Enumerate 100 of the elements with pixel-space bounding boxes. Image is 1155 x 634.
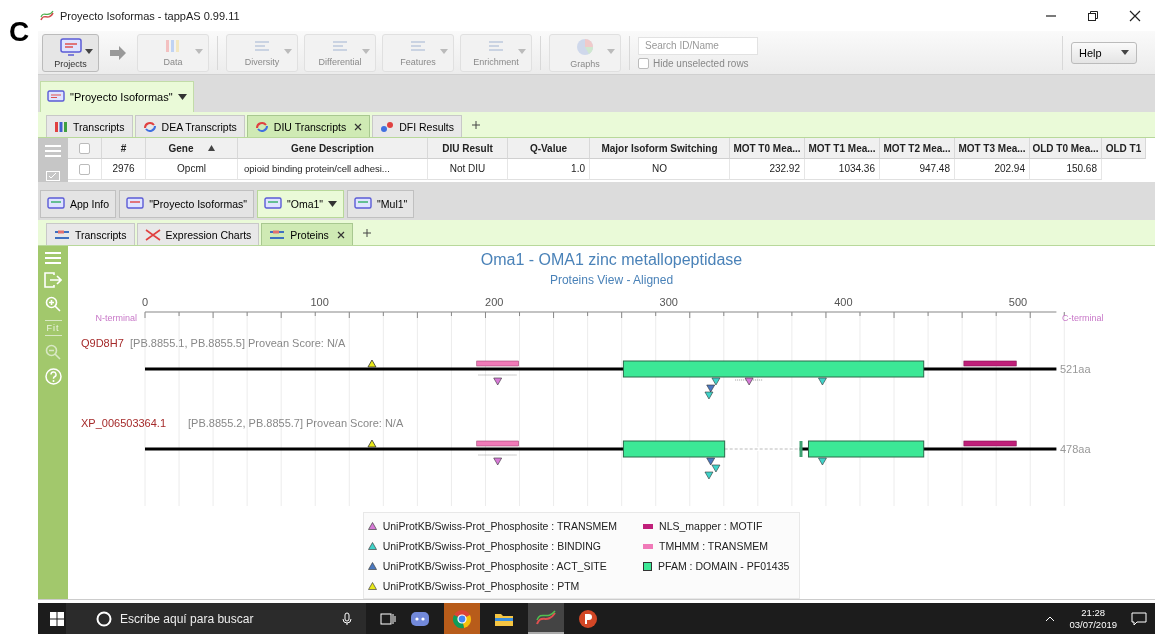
toolbar-button[interactable]: Projects (42, 33, 99, 72)
tab[interactable]: Transcripts (46, 115, 133, 137)
site-triangle-icon (493, 457, 502, 466)
site-triangle-icon (818, 377, 827, 386)
tab[interactable]: DEA Transcripts (134, 115, 245, 137)
table-cell: Opcml (146, 159, 238, 180)
caret-icon (284, 48, 292, 54)
tab[interactable]: Expression Charts (136, 223, 260, 245)
column-header[interactable]: Q-Value (508, 138, 590, 159)
legend-label: PFAM : DOMAIN - PF01435 (658, 560, 790, 572)
chart-subtitle: Proteins View - Aligned (549, 273, 674, 287)
app-logo-icon[interactable] (536, 609, 556, 626)
monitor-icon (126, 197, 145, 211)
column-header[interactable]: OLD T1 (1102, 138, 1146, 159)
caret-icon (85, 48, 93, 54)
legend-label: NLS_mapper : MOTIF (659, 520, 763, 532)
taskbar-search-field[interactable]: Escribe aquí para buscar (66, 603, 366, 634)
bar-chart-icon (54, 120, 68, 133)
column-header[interactable]: MOT T3 Mea... (955, 138, 1030, 159)
chevron-up-icon[interactable] (1045, 615, 1056, 622)
table-cell: 2976 (102, 159, 146, 180)
caret-icon[interactable] (177, 94, 187, 100)
project-tab[interactable]: "Proyecto Isoformas" (40, 81, 194, 112)
browser-icon[interactable] (452, 608, 472, 629)
tracks-icon (54, 228, 70, 241)
monitor-icon (47, 90, 65, 104)
tab[interactable]: DFI Results (372, 115, 463, 137)
checklist-icon[interactable] (46, 171, 60, 181)
close-icon[interactable] (354, 122, 363, 131)
legend-label: UniProtKB/Swiss-Prot_Phosphosite : PTM (382, 580, 580, 592)
tab[interactable]: "Proyecto Isoformas" (119, 190, 255, 218)
tmhmm-bar (476, 440, 519, 447)
caret-icon (195, 48, 203, 54)
task-view-icon[interactable] (380, 611, 396, 626)
legend-label: TMHMM : TRANSMEM (659, 540, 768, 552)
site-triangle-icon (493, 377, 502, 386)
axis-tick-label: 100 (310, 296, 329, 308)
chat-app-icon[interactable] (410, 610, 430, 627)
axis-tick-label: 400 (834, 296, 853, 308)
column-header[interactable]: MOT T2 Mea... (880, 138, 955, 159)
checkbox[interactable] (638, 57, 649, 69)
column-header[interactable]: DIU Result (428, 138, 508, 159)
column-header[interactable]: Gene Description (238, 138, 428, 159)
tmhmm-bar (476, 360, 519, 367)
caret-icon (518, 48, 526, 54)
add-tab-icon[interactable] (472, 121, 481, 129)
clock-date: 03/07/2019 (1069, 618, 1117, 631)
caret-icon[interactable] (328, 201, 338, 207)
table-cell: Not DIU (428, 159, 508, 180)
axis-tick-label: 200 (485, 296, 504, 308)
caret-icon (1121, 50, 1129, 55)
close-icon[interactable] (336, 230, 345, 239)
help-button[interactable]: Help (1071, 41, 1137, 64)
window-title: Proyecto Isoformas - tappAS 0.99.11 (60, 9, 240, 22)
column-header[interactable]: Major Isoform Switching (590, 138, 730, 159)
row-checkbox[interactable] (79, 163, 90, 175)
table-cell: 1034.36 (805, 159, 880, 180)
protein-id: XP_006503364.1 (81, 417, 167, 429)
tab[interactable]: App Info (40, 190, 117, 218)
tab[interactable]: Transcripts (46, 223, 135, 245)
cross-lines-icon (144, 228, 161, 241)
select-all-checkbox[interactable] (79, 142, 90, 154)
notification-icon[interactable] (1131, 611, 1147, 626)
range-marker (734, 379, 764, 381)
column-header[interactable]: MOT T1 Mea... (805, 138, 880, 159)
column-header[interactable]: # (102, 138, 146, 159)
windows-start-icon[interactable] (50, 611, 64, 626)
tab[interactable]: "Oma1" (257, 190, 345, 218)
axis-tick-label: 300 (659, 296, 678, 308)
chart-title: Oma1 - OMA1 zinc metallopeptidase (480, 251, 743, 269)
legend-label: UniProtKB/Swiss-Prot_Phosphosite : TRANSMEM (382, 520, 618, 532)
column-header[interactable]: Gene (146, 138, 238, 159)
site-triangle-icon (744, 377, 754, 386)
tab[interactable]: Proteins (261, 223, 353, 245)
add-tab-icon[interactable] (362, 229, 371, 237)
tab[interactable]: DIU Transcripts (246, 115, 371, 137)
tab[interactable]: "Mul1" (347, 190, 415, 218)
ptm-triangle-icon (367, 439, 377, 448)
circle-icon (96, 610, 112, 627)
presentation-app-icon[interactable] (578, 608, 598, 629)
app-logo-icon (40, 9, 54, 22)
column-header[interactable]: OLD T0 Mea... (1030, 138, 1102, 159)
clock-time: 21:28 (1081, 606, 1106, 619)
monitor-icon (47, 197, 65, 211)
protein-length: 478aa (1060, 443, 1091, 455)
microphone-icon[interactable] (342, 611, 352, 626)
restore-icon[interactable] (1087, 9, 1099, 22)
table-cell: 232.92 (730, 159, 805, 180)
monitor-icon (354, 197, 373, 211)
monitor-icon (264, 197, 283, 211)
close-icon[interactable] (1129, 9, 1141, 22)
ptm-triangle-icon (367, 359, 377, 368)
caret-icon (440, 48, 448, 54)
table-cell: NO (590, 159, 730, 180)
arrow-right-icon (109, 45, 127, 60)
column-header[interactable]: MOT T0 Mea... (730, 138, 805, 159)
caret-icon (607, 48, 615, 54)
table-cell: 1.0 (508, 159, 590, 180)
caret-icon (362, 48, 370, 54)
legend-label: UniProtKB/Swiss-Prot_Phosphosite : BINDING (382, 540, 601, 552)
